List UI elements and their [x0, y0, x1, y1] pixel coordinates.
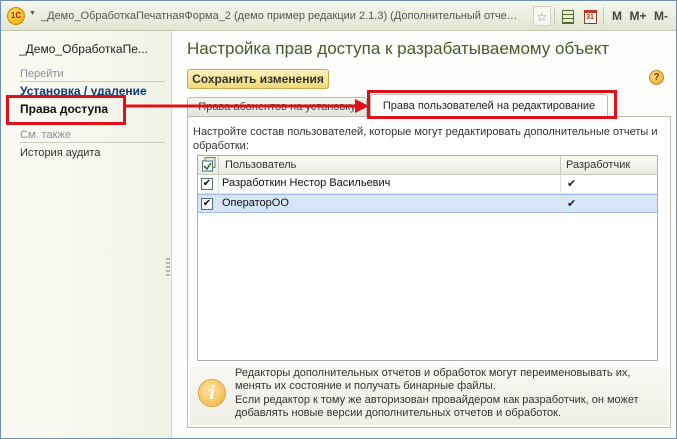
developer-mark: ✔: [567, 198, 577, 210]
main-content: Настройка прав доступа к разрабатываемом…: [173, 31, 676, 438]
memory-button[interactable]: M: [611, 6, 623, 26]
sidebar-item-install-remove[interactable]: Установка / удаление: [20, 84, 147, 98]
page-title: Настройка прав доступа к разрабатываемом…: [187, 39, 610, 58]
table-row[interactable]: ✔ Разработкин Нестор Васильевич ✔: [198, 175, 657, 194]
sidebar-divider: [20, 142, 165, 143]
row-separator: [560, 195, 561, 214]
toolbar-separator: [603, 7, 604, 25]
column-header-developer[interactable]: Разработчик: [566, 156, 630, 175]
table-row-selected[interactable]: ✔ ОператорОО ✔: [198, 194, 657, 214]
user-name: Разработкин Нестор Васильевич: [222, 177, 391, 189]
info-line: менять их состояние и получать бинарные …: [235, 380, 496, 393]
info-line: Редакторы дополнительных отчетов и обраб…: [235, 367, 631, 379]
toolbar-separator: [554, 7, 555, 25]
splitter-handle[interactable]: [166, 258, 170, 278]
developer-mark: ✔: [567, 178, 577, 190]
users-table: Пользователь Разработчик ✔ Разработкин Н…: [197, 155, 658, 361]
row-separator: [560, 175, 561, 194]
window-menu-arrow-icon[interactable]: ▼: [29, 10, 36, 17]
description-text: Настройте состав пользователей, которые …: [193, 126, 658, 152]
calculator-icon[interactable]: [560, 6, 576, 26]
tab-user-edit-rights[interactable]: Права пользователей на редактирование: [370, 94, 608, 117]
window-title: _Демо_ОбработкаПечатнаяФорма_2 (демо при…: [41, 10, 521, 22]
title-bar: 1С ▼ _Демо_ОбработкаПечатнаяФорма_2 (дем…: [1, 1, 676, 31]
sidebar-item-audit-history[interactable]: История аудита: [20, 147, 100, 159]
column-header-user[interactable]: Пользователь: [225, 156, 296, 175]
sidebar-item-access-rights[interactable]: Права доступа: [20, 102, 108, 116]
row-separator: [218, 195, 219, 214]
header-separator: [560, 156, 561, 175]
calendar-icon[interactable]: 31: [582, 6, 598, 26]
user-checkbox[interactable]: ✔: [201, 198, 213, 210]
memory-plus-button[interactable]: M+: [628, 6, 648, 26]
user-checkbox[interactable]: ✔: [201, 178, 213, 190]
sidebar-title: _Демо_ОбработкаПе...: [19, 42, 148, 56]
tab-panel: Настройте состав пользователей, которые …: [187, 116, 671, 428]
tab-subscriber-install-rights[interactable]: Права абонентов на установку: [187, 97, 367, 117]
save-changes-button[interactable]: Сохранить изменения: [187, 69, 329, 89]
header-checkbox-icon[interactable]: [202, 157, 216, 176]
table-header: Пользователь Разработчик: [198, 156, 657, 175]
help-icon[interactable]: ?: [649, 70, 664, 85]
sidebar-section-go: Перейти: [20, 68, 64, 80]
sidebar-divider: [20, 81, 165, 82]
memory-minus-button[interactable]: M-: [651, 6, 671, 26]
row-separator: [218, 175, 219, 194]
favorite-star-icon[interactable]: ☆: [533, 6, 551, 26]
sidebar-section-see-also: См. также: [20, 129, 71, 141]
1c-logo-icon[interactable]: 1С: [7, 7, 25, 25]
app-window: 1С ▼ _Демо_ОбработкаПечатнаяФорма_2 (дем…: [0, 0, 677, 439]
header-separator: [218, 156, 219, 175]
info-text: Редакторы дополнительных отчетов и обраб…: [235, 367, 661, 421]
info-icon: i: [198, 379, 226, 407]
info-box: i Редакторы дополнительных отчетов и обр…: [190, 367, 668, 425]
sidebar: _Демо_ОбработкаПе... Перейти Установка /…: [1, 31, 172, 438]
info-line: добавлять новые версии дополнительных от…: [235, 407, 562, 420]
user-name: ОператорОО: [222, 197, 289, 209]
info-line: Если редактор к тому же авторизован пров…: [235, 393, 639, 406]
